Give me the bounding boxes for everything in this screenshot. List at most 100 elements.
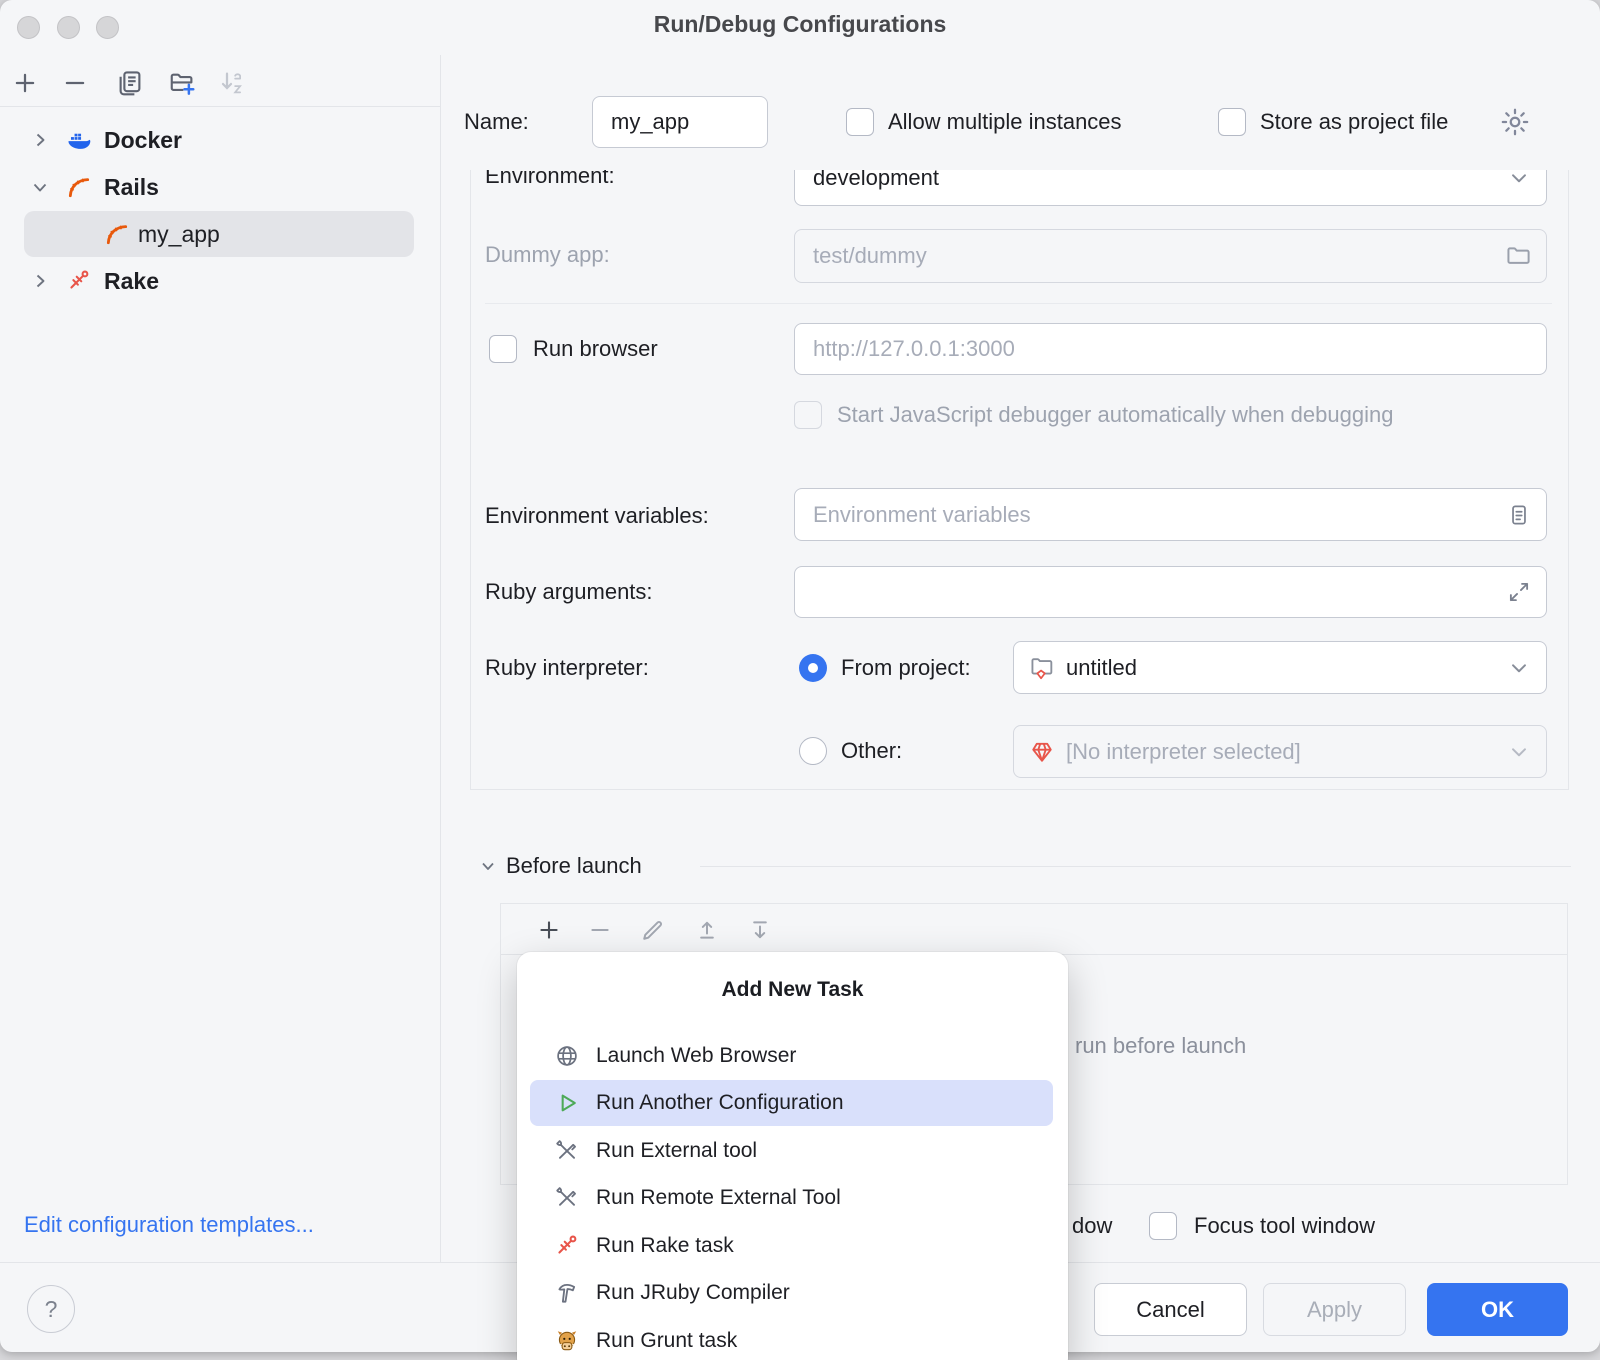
cancel-button[interactable]: Cancel	[1094, 1283, 1247, 1336]
new-folder-button[interactable]	[167, 68, 197, 98]
section-rule	[700, 866, 1571, 867]
environment-value: development	[813, 170, 939, 191]
menu-item-run-external-tool[interactable]: Run External tool	[517, 1127, 1068, 1174]
from-project-label: From project:	[841, 653, 971, 683]
form-divider	[485, 303, 1552, 304]
environment-select[interactable]: development	[794, 170, 1547, 206]
menu-item-label: Run JRuby Compiler	[596, 1281, 790, 1305]
allow-multiple-instances-label: Allow multiple instances	[888, 107, 1122, 137]
menu-item-launch-web-browser[interactable]: Launch Web Browser	[517, 1032, 1068, 1079]
tree-item-label[interactable]: my_app	[138, 218, 220, 250]
ok-button[interactable]: OK	[1427, 1283, 1568, 1336]
section-chevron-down-icon[interactable]	[476, 854, 500, 878]
tree-item-label[interactable]: Rails	[104, 171, 159, 203]
arrow-up-from-line-icon	[693, 916, 721, 944]
name-input[interactable]: my_app	[592, 96, 768, 148]
tree-item-label[interactable]: Docker	[104, 124, 182, 156]
other-interpreter-radio[interactable]	[799, 737, 827, 765]
add-new-task-popup: Add New Task Launch Web Browser Run Anot…	[517, 952, 1068, 1360]
remove-configuration-button[interactable]	[60, 68, 90, 98]
menu-item-label: Run External tool	[596, 1139, 757, 1163]
add-task-button[interactable]	[534, 915, 564, 945]
move-task-up-button	[692, 915, 722, 945]
help-button[interactable]: ?	[27, 1285, 75, 1333]
rails-icon	[66, 174, 92, 200]
run-browser-checkbox[interactable]	[489, 335, 517, 363]
add-configuration-button[interactable]	[10, 68, 40, 98]
menu-item-run-jruby-compiler[interactable]: Run JRuby Compiler	[517, 1270, 1068, 1317]
project-interpreter-select[interactable]: untitled	[1013, 641, 1547, 694]
menu-item-run-another-configuration[interactable]: Run Another Configuration	[517, 1080, 1068, 1127]
sidebar-toolbar-divider	[0, 106, 440, 107]
gem-icon	[1028, 738, 1056, 766]
tools-icon	[554, 1138, 580, 1164]
store-as-project-file-checkbox[interactable]	[1218, 108, 1246, 136]
copy-configuration-button[interactable]	[115, 68, 145, 98]
docker-icon	[66, 127, 92, 153]
rake-icon	[554, 1233, 580, 1259]
menu-item-label: Run Remote External Tool	[596, 1186, 841, 1210]
minus-icon	[60, 68, 90, 98]
browser-url-placeholder: http://127.0.0.1:3000	[813, 336, 1015, 362]
edit-configuration-templates-link[interactable]: Edit configuration templates...	[24, 1210, 314, 1240]
before-launch-title[interactable]: Before launch	[506, 851, 642, 881]
store-settings-gear-button[interactable]	[1498, 105, 1532, 139]
gear-icon	[1498, 105, 1532, 139]
focus-tool-window-checkbox[interactable]	[1149, 1212, 1177, 1240]
pencil-icon	[639, 916, 667, 944]
js-debugger-checkbox	[794, 401, 822, 429]
allow-multiple-instances-checkbox[interactable]	[846, 108, 874, 136]
menu-item-run-grunt-task[interactable]: Run Grunt task	[517, 1317, 1068, 1360]
globe-icon	[554, 1043, 580, 1069]
remove-task-button	[585, 915, 615, 945]
chevron-down-icon[interactable]	[1506, 655, 1532, 681]
copy-icon	[115, 68, 145, 98]
sidebar-item-my-app[interactable]: my_app	[0, 211, 440, 257]
menu-item-run-remote-external-tool[interactable]: Run Remote External Tool	[517, 1175, 1068, 1222]
sidebar-item-docker[interactable]: Docker	[0, 117, 440, 163]
rails-icon	[104, 221, 130, 247]
other-label: Other:	[841, 736, 902, 766]
dummy-app-label: Dummy app:	[485, 240, 610, 270]
environment-variables-label: Environment variables:	[485, 501, 709, 531]
expand-icon[interactable]	[1506, 579, 1532, 605]
other-interpreter-value: [No interpreter selected]	[1066, 739, 1301, 765]
dialog-title: Run/Debug Configurations	[0, 11, 1600, 38]
sidebar-item-rake[interactable]: Rake	[0, 258, 440, 304]
chevron-down-icon[interactable]	[1506, 170, 1532, 191]
plus-icon	[535, 916, 563, 944]
dummy-app-placeholder: test/dummy	[813, 243, 927, 269]
apply-button: Apply	[1263, 1283, 1406, 1336]
chevron-right-icon[interactable]	[28, 269, 52, 293]
chevron-right-icon[interactable]	[28, 128, 52, 152]
environment-variables-input[interactable]: Environment variables	[794, 488, 1547, 541]
minus-icon	[586, 916, 614, 944]
dummy-app-input: test/dummy	[794, 229, 1547, 283]
ruby-arguments-input[interactable]	[794, 566, 1547, 618]
grunt-icon	[554, 1328, 580, 1354]
focus-tool-window-label: Focus tool window	[1194, 1211, 1375, 1241]
sort-az-icon	[217, 68, 247, 98]
sort-configurations-button	[217, 68, 247, 98]
ruby-arguments-label: Ruby arguments:	[485, 577, 653, 607]
question-mark: ?	[45, 1296, 58, 1323]
browse-variables-icon[interactable]	[1506, 502, 1532, 528]
run-browser-label: Run browser	[533, 334, 658, 364]
js-debugger-label: Start JavaScript debugger automatically …	[837, 400, 1393, 430]
menu-item-label: Run Rake task	[596, 1234, 734, 1258]
menu-item-label: Run Grunt task	[596, 1329, 737, 1353]
chevron-down-icon[interactable]	[28, 175, 52, 199]
rake-icon	[66, 268, 92, 294]
environment-label: Environment:	[485, 170, 615, 191]
from-project-radio[interactable]	[799, 654, 827, 682]
menu-item-run-rake-task[interactable]: Run Rake task	[517, 1222, 1068, 1269]
folder-icon	[1504, 242, 1532, 270]
tools-icon	[554, 1185, 580, 1211]
new-folder-icon	[167, 68, 197, 98]
hammer-icon	[554, 1280, 580, 1306]
menu-item-label: Launch Web Browser	[596, 1044, 796, 1068]
tree-item-label[interactable]: Rake	[104, 265, 159, 297]
empty-tasks-message: run before launch	[1075, 1031, 1246, 1061]
browser-url-input[interactable]: http://127.0.0.1:3000	[794, 323, 1547, 375]
sidebar-item-rails[interactable]: Rails	[0, 164, 440, 210]
